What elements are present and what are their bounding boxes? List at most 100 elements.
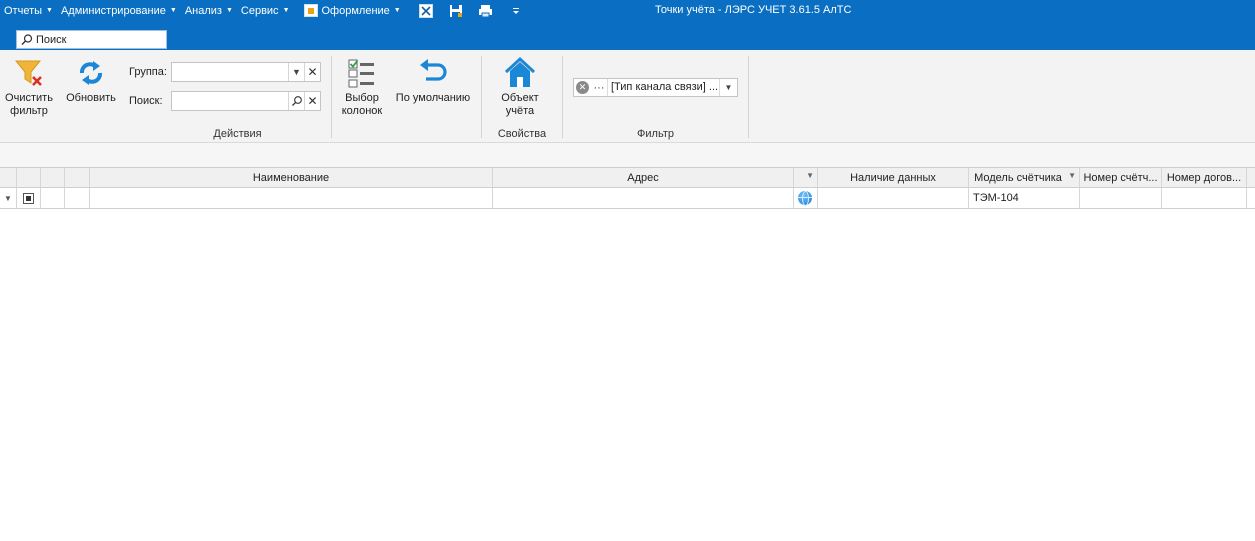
column-header-address-label: Адрес: [627, 171, 659, 184]
header-select-cell[interactable]: [17, 168, 41, 187]
clear-filter-icon[interactable]: ✕: [576, 81, 589, 94]
ribbon-search-combo[interactable]: ✕: [171, 91, 321, 111]
quick-access-toolbar: [411, 0, 531, 21]
filter-icon[interactable]: ▼: [806, 171, 814, 180]
save-button[interactable]: [447, 3, 465, 19]
menu-service[interactable]: Сервис ▼: [237, 0, 294, 21]
group-input[interactable]: [172, 63, 288, 81]
menu-administration[interactable]: Администрирование ▼: [57, 0, 181, 21]
choose-columns-label: Выбор колонок: [341, 92, 383, 117]
chevron-down-icon[interactable]: ▼: [719, 79, 737, 96]
search-box[interactable]: [16, 30, 167, 49]
more-icon[interactable]: ···: [591, 82, 607, 94]
print-icon: [479, 4, 493, 17]
default-label: По умолчанию: [395, 92, 471, 104]
clear-icon[interactable]: ✕: [304, 63, 320, 81]
search-input[interactable]: [36, 31, 164, 48]
filter-icon[interactable]: ▼: [1068, 171, 1076, 180]
table-row[interactable]: ▼ ТЭМ-104: [0, 188, 1255, 209]
column-header-meter-model-label: Модель счётчика: [974, 171, 1062, 184]
menu-appearance-label: Оформление: [321, 4, 390, 17]
excel-export-button[interactable]: [417, 3, 435, 19]
appearance-icon: [303, 4, 318, 17]
menu-reports-label: Отчеты: [4, 4, 43, 17]
ribbon-search-input[interactable]: [172, 92, 288, 110]
chevron-down-icon: ▼: [46, 7, 53, 14]
search-icon[interactable]: [288, 92, 304, 110]
search-icon: [21, 33, 33, 45]
column-header-name-label: Наименование: [252, 171, 330, 184]
group-combo[interactable]: ▼ ✕: [171, 62, 321, 82]
main-menu: Отчеты ▼ Администрирование ▼ Анализ ▼ Серви…: [0, 0, 531, 21]
home-icon: [503, 56, 537, 90]
column-header-meter-model[interactable]: Модель счётчика ▼: [969, 168, 1080, 187]
clear-filter-label: Очистить фильтр: [5, 92, 53, 117]
clear-filter-button[interactable]: Очистить фильтр: [2, 56, 56, 118]
clear-icon[interactable]: ✕: [304, 92, 320, 110]
properties-caption: Свойства: [497, 128, 547, 140]
column-header-data-presence[interactable]: Наличие данных: [818, 168, 969, 187]
chevron-down-icon: ▼: [169, 7, 177, 14]
default-button[interactable]: По умолчанию: [395, 56, 471, 105]
metering-object-label: Объект учёта: [501, 92, 539, 117]
metering-object-button[interactable]: Объект учёта: [490, 56, 550, 118]
refresh-label: Обновить: [66, 92, 116, 104]
column-header-name[interactable]: Наименование: [90, 168, 493, 187]
chevron-down-icon: ▼: [282, 7, 290, 14]
filter-value: [Тип канала связи] ...: [607, 79, 719, 96]
column-header-type[interactable]: ▼: [794, 168, 818, 187]
menu-service-label: Сервис: [240, 4, 279, 17]
column-header-contract-number[interactable]: Номер догов...: [1162, 168, 1247, 187]
group-field-row: Группа: ▼ ✕: [129, 62, 321, 82]
group-panel: [0, 143, 1255, 168]
cell-type: [794, 188, 818, 208]
row-cell-4: [65, 188, 90, 208]
cell-contract-number: [1162, 188, 1247, 208]
header-col-4[interactable]: [65, 168, 90, 187]
search-label: Поиск:: [129, 95, 163, 107]
menu-analysis[interactable]: Анализ ▼: [181, 0, 237, 21]
column-header-data-presence-label: Наличие данных: [850, 171, 936, 184]
search-field-row: Поиск: ✕: [129, 91, 321, 111]
menu-appearance[interactable]: Оформление ▼: [300, 0, 405, 21]
cell-address: [493, 188, 794, 208]
header-col-3[interactable]: [41, 168, 65, 187]
ribbon-group-properties: Объект учёта Свойства: [482, 50, 562, 143]
column-header-contract-number-label: Номер догов...: [1166, 171, 1242, 184]
menu-administration-label: Администрирование: [60, 4, 166, 17]
row-cell-3: [41, 188, 65, 208]
chevron-down-icon: ▼: [393, 7, 401, 14]
cell-meter-number: [1080, 188, 1162, 208]
clear-filter-icon: [12, 56, 46, 90]
columns-icon: [345, 56, 379, 90]
menu-reports[interactable]: Отчеты ▼: [0, 0, 57, 21]
filter-editor[interactable]: ✕ ··· [Тип канала связи] ... ▼: [573, 78, 738, 97]
row-checkbox[interactable]: [23, 192, 34, 204]
row-filter-indicator-icon: ▼: [0, 188, 17, 208]
menu-analysis-label: Анализ: [184, 4, 222, 17]
column-header-address[interactable]: Адрес: [493, 168, 794, 187]
column-header-meter-number[interactable]: Номер счётч...: [1080, 168, 1162, 187]
print-button[interactable]: [477, 3, 495, 19]
ribbon-separator: [331, 56, 332, 138]
data-grid: Наименование Адрес ▼ Наличие данных Моде…: [0, 168, 1255, 209]
row-select-cell[interactable]: [17, 188, 41, 208]
filter-caption: Фильтр: [637, 128, 674, 140]
ribbon-separator: [748, 56, 749, 138]
choose-columns-button[interactable]: Выбор колонок: [337, 56, 387, 118]
actions-caption: Действия: [213, 128, 262, 140]
cell-name: [90, 188, 493, 208]
customize-toolbar-button[interactable]: [507, 3, 525, 19]
window-title: Точки учёта - ЛЭРС УЧЕТ 3.61.5 АлТС: [655, 4, 852, 16]
chevron-down-icon: [512, 7, 519, 14]
column-header-meter-number-label: Номер счётч...: [1083, 171, 1158, 184]
globe-icon: [798, 191, 812, 206]
save-icon: [449, 4, 462, 17]
ribbon-group-actions: Очистить фильтр Обновить Группа: ▼ ✕ Пои…: [0, 50, 330, 143]
chevron-down-icon: ▼: [225, 7, 233, 14]
grid-header: Наименование Адрес ▼ Наличие данных Моде…: [0, 168, 1255, 188]
refresh-button[interactable]: Обновить: [62, 56, 120, 105]
cell-meter-model: ТЭМ-104: [969, 188, 1080, 208]
chevron-down-icon[interactable]: ▼: [288, 63, 304, 81]
header-indicator-cell: [0, 168, 17, 187]
